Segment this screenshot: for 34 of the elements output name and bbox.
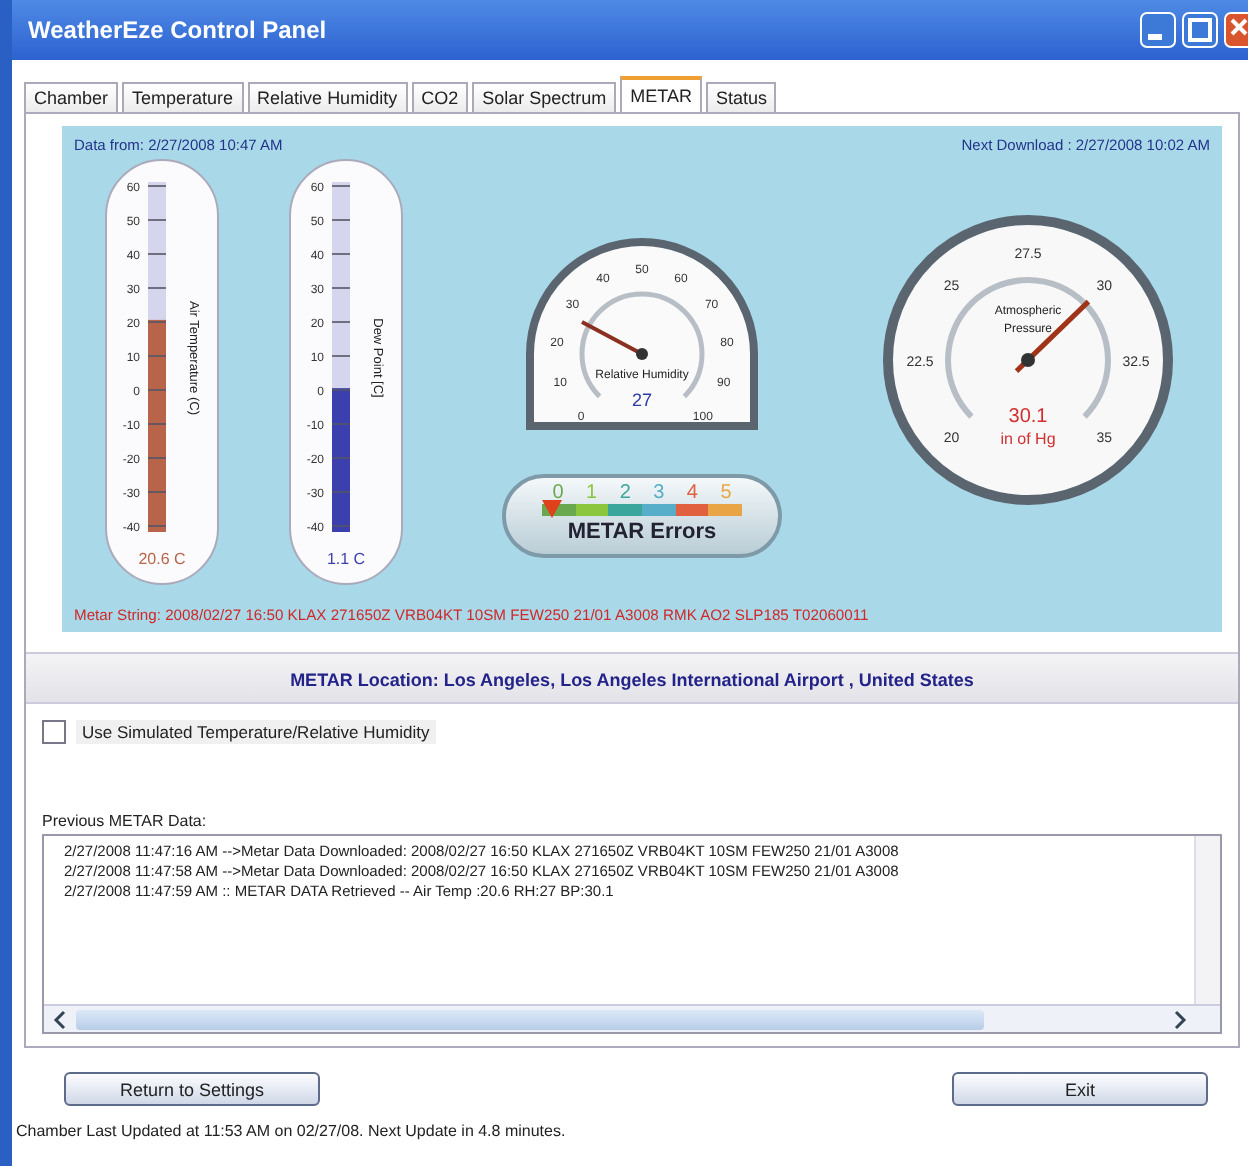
error-marker-icon (542, 500, 562, 518)
tab[interactable]: Relative Humidity (247, 82, 408, 112)
close-icon[interactable] (1224, 12, 1248, 48)
tab[interactable]: Status (705, 82, 777, 112)
scale-label: 3 (651, 482, 667, 504)
scrollbar-thumb[interactable] (76, 1009, 984, 1029)
log-label: Previous METAR Data: (42, 811, 209, 830)
checkbox-label[interactable]: Use Simulated Temperature/Relative Humidity (76, 719, 436, 744)
tab[interactable]: METAR (620, 76, 702, 112)
window-title: WeatherEze Control Panel (28, 16, 327, 44)
vertical-scrollbar[interactable] (1194, 835, 1220, 1004)
minimize-icon[interactable] (1140, 12, 1176, 48)
scale-label: 1 (584, 482, 600, 504)
scale-label: 0 (550, 482, 566, 504)
errors-label: METAR Errors (567, 520, 717, 544)
scale-label: 5 (718, 482, 734, 504)
pressure-unit: in of Hg (1000, 430, 1056, 448)
push-button[interactable]: Return to Settings (64, 1072, 320, 1106)
scale-label: 2 (617, 482, 633, 504)
tab[interactable]: CO2 (411, 82, 469, 112)
humidity-reading: 27 (632, 390, 652, 410)
pressure-reading: 30.1 (1008, 406, 1048, 428)
maximize-icon[interactable] (1182, 12, 1218, 48)
tab[interactable]: Temperature (122, 82, 244, 112)
location-text: METAR Location: Los Angeles, Los Angeles International Airport , United States (290, 669, 974, 690)
push-button[interactable]: Exit (952, 1072, 1208, 1106)
horizontal-scrollbar[interactable] (44, 1004, 1220, 1032)
checkbox[interactable] (42, 719, 66, 744)
temperature-reading: 20.6 C (138, 550, 186, 568)
temperature-reading: 1.1 C (326, 550, 366, 568)
status-text: Chamber Last Updated at 11:53 AM on 02/27/08. Next Update in 4.8 minutes. (16, 1122, 568, 1140)
tab[interactable]: Chamber (24, 82, 119, 112)
tab[interactable]: Solar Spectrum (472, 82, 617, 112)
scale-label: 4 (684, 482, 700, 504)
